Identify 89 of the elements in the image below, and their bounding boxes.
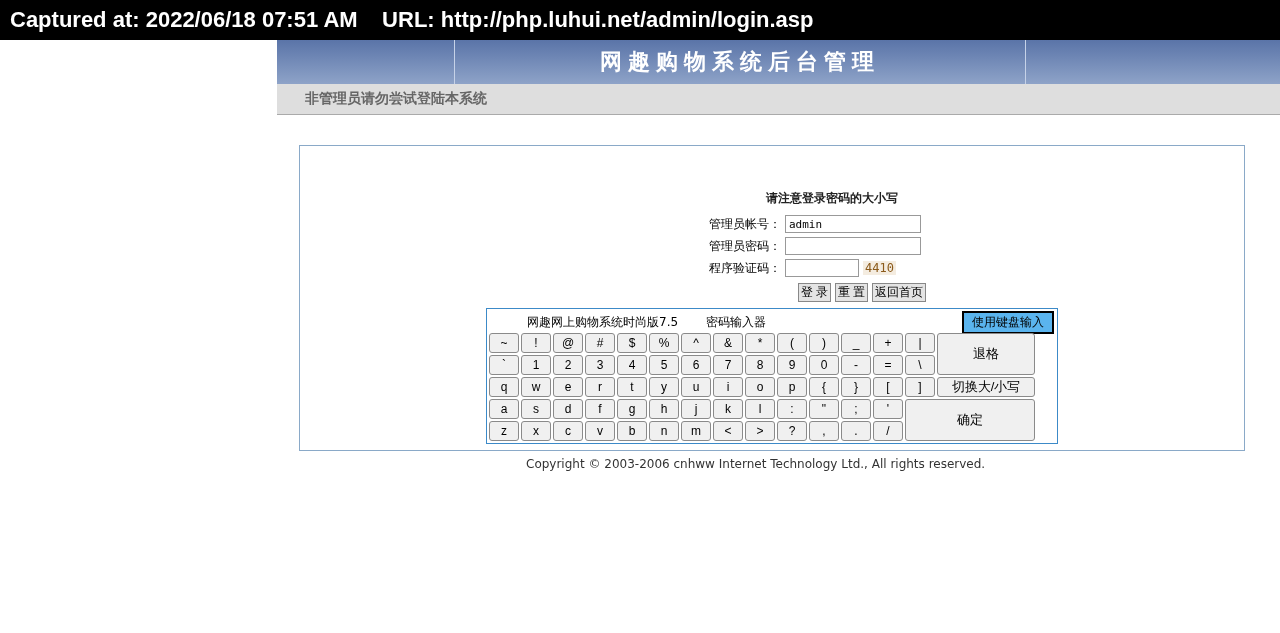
notice-text: 非管理员请勿尝试登陆本系统	[305, 90, 487, 108]
keyboard-key[interactable]: w	[521, 377, 551, 397]
keyboard-key[interactable]: h	[649, 399, 679, 419]
keyboard-key[interactable]: 退格	[937, 333, 1035, 375]
keyboard-key[interactable]: 8	[745, 355, 775, 375]
form-button[interactable]: 重 置	[835, 283, 869, 302]
keyboard-key[interactable]: <	[713, 421, 743, 441]
keyboard-key[interactable]: '	[873, 399, 903, 419]
keyboard-key[interactable]: m	[681, 421, 711, 441]
keyboard-key[interactable]: k	[713, 399, 743, 419]
captcha-field[interactable]	[785, 259, 859, 277]
banner-title: 网趣购物系统后台管理	[600, 48, 880, 76]
form-button[interactable]: 返回首页	[872, 283, 927, 302]
keyboard-key[interactable]: d	[553, 399, 583, 419]
keyboard-key[interactable]: >	[745, 421, 775, 441]
keyboard-key[interactable]: &	[713, 333, 743, 353]
keyboard-key[interactable]: 5	[649, 355, 679, 375]
keyboard-title: 密码输入器	[706, 313, 767, 331]
keyboard-key[interactable]: *	[745, 333, 775, 353]
keyboard-key[interactable]: %	[649, 333, 679, 353]
field-label: 管理员密码：	[708, 237, 781, 255]
keyboard-key[interactable]: a	[489, 399, 519, 419]
keyboard-key[interactable]: v	[585, 421, 615, 441]
keyboard-key[interactable]: _	[841, 333, 871, 353]
field-label: 程序验证码：	[708, 259, 781, 277]
input-field[interactable]: admin	[785, 215, 921, 233]
keyboard-key[interactable]: /	[873, 421, 903, 441]
keyboard-key[interactable]: l	[745, 399, 775, 419]
keyboard-key[interactable]: r	[585, 377, 615, 397]
keyboard-key[interactable]: :	[777, 399, 807, 419]
keyboard-key[interactable]: f	[585, 399, 615, 419]
keyboard-key[interactable]: 切换大/小写	[937, 377, 1035, 397]
keyboard-key[interactable]: j	[681, 399, 711, 419]
keyboard-key[interactable]: 1	[521, 355, 551, 375]
input-field[interactable]	[785, 237, 921, 255]
keyboard-key[interactable]: ?	[777, 421, 807, 441]
keyboard-key[interactable]: 4	[617, 355, 647, 375]
keyboard-key[interactable]: .	[841, 421, 871, 441]
keyboard-key[interactable]: q	[489, 377, 519, 397]
keyboard-key[interactable]: o	[745, 377, 775, 397]
keyboard-key[interactable]: [	[873, 377, 903, 397]
keyboard-key[interactable]: i	[713, 377, 743, 397]
keyboard-key[interactable]: ]	[905, 377, 935, 397]
keyboard-key[interactable]: =	[873, 355, 903, 375]
keyboard-key[interactable]: +	[873, 333, 903, 353]
keyboard-key[interactable]: u	[681, 377, 711, 397]
keyboard-key[interactable]: x	[521, 421, 551, 441]
keyboard-key[interactable]: |	[905, 333, 935, 353]
keyboard-toggle-button[interactable]: 使用键盘输入	[962, 310, 1054, 334]
keyboard-key[interactable]: 确定	[905, 399, 1035, 441]
keyboard-key[interactable]: 3	[585, 355, 615, 375]
field-label: 管理员帐号：	[708, 215, 781, 233]
keyboard-key[interactable]: c	[553, 421, 583, 441]
keyboard-key[interactable]: (	[777, 333, 807, 353]
keyboard-key[interactable]: 6	[681, 355, 711, 375]
keyboard-key[interactable]: ^	[681, 333, 711, 353]
keyboard-key[interactable]: )	[809, 333, 839, 353]
keyboard-caption: 网趣网上购物系统时尚版7.5	[527, 313, 679, 331]
keyboard-key[interactable]: y	[649, 377, 679, 397]
captcha-code: 4410	[863, 261, 896, 275]
keyboard-key[interactable]: t	[617, 377, 647, 397]
keyboard-key[interactable]: 7	[713, 355, 743, 375]
keyboard-key[interactable]: 9	[777, 355, 807, 375]
keyboard-key[interactable]: 2	[553, 355, 583, 375]
keyboard-key[interactable]: ;	[841, 399, 871, 419]
keyboard-key[interactable]: @	[553, 333, 583, 353]
keyboard-key[interactable]: ,	[809, 421, 839, 441]
form-button[interactable]: 登 录	[797, 283, 831, 302]
keyboard-key[interactable]: ~	[489, 333, 519, 353]
capture-bar: Captured at: 2022/06/18 07:51 AM URL: http://php.luhui.net/admin/login.asp	[0, 0, 1280, 40]
keyboard-key[interactable]: `	[489, 355, 519, 375]
keyboard-key[interactable]: b	[617, 421, 647, 441]
keyboard-key[interactable]: }	[841, 377, 871, 397]
keyboard-key[interactable]: "	[809, 399, 839, 419]
keyboard-key[interactable]: !	[521, 333, 551, 353]
keyboard-key[interactable]: p	[777, 377, 807, 397]
keyboard-key[interactable]: -	[841, 355, 871, 375]
keyboard-key[interactable]: {	[809, 377, 839, 397]
keyboard-key[interactable]: e	[553, 377, 583, 397]
keyboard-key[interactable]: 0	[809, 355, 839, 375]
keyboard-key[interactable]: #	[585, 333, 615, 353]
keyboard-key[interactable]: $	[617, 333, 647, 353]
keyboard-key[interactable]: g	[617, 399, 647, 419]
login-heading: 请注意登录密码的大小写	[766, 190, 898, 207]
keyboard-key[interactable]: s	[521, 399, 551, 419]
keyboard-key[interactable]: \	[905, 355, 935, 375]
keyboard-key[interactable]: z	[489, 421, 519, 441]
keyboard-key[interactable]: n	[649, 421, 679, 441]
copyright-text: Copyright © 2003-2006 cnhww Internet Technology Ltd., All rights reserved.	[526, 457, 987, 471]
